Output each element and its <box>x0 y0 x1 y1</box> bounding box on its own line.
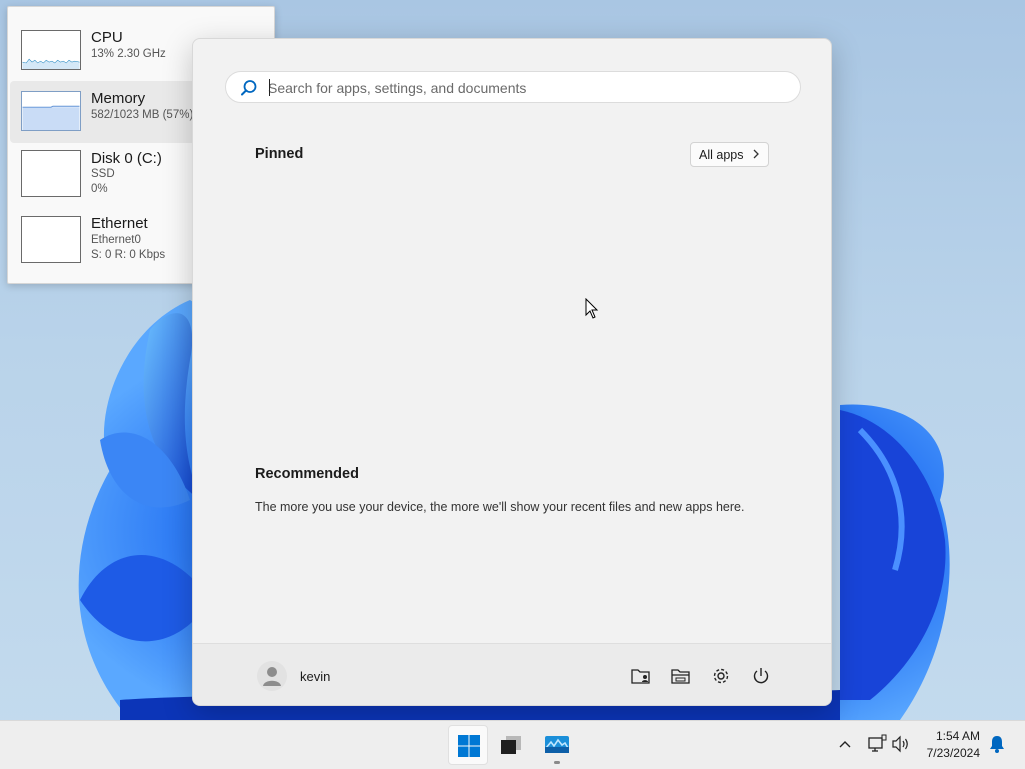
all-apps-button[interactable]: All apps <box>690 142 769 167</box>
recommended-empty-message: The more you use your device, the more w… <box>255 500 745 514</box>
perf-detail: Ethernet0 <box>91 234 141 246</box>
text-caret <box>269 79 270 96</box>
documents-folder-icon[interactable] <box>629 664 653 688</box>
perf-title: CPU <box>91 29 123 46</box>
bell-icon[interactable] <box>988 734 1006 754</box>
taskbar: 1:54 AM 7/23/2024 <box>0 720 1025 769</box>
perf-detail: SSD <box>91 168 115 180</box>
perf-detail: 0% <box>91 183 108 195</box>
network-icon[interactable] <box>867 734 887 754</box>
gear-icon[interactable] <box>709 664 733 688</box>
user-name[interactable]: kevin <box>300 669 330 684</box>
perf-detail: 13% 2.30 GHz <box>91 48 166 60</box>
user-avatar[interactable] <box>257 661 287 691</box>
start-button[interactable] <box>448 725 488 765</box>
windows-logo-icon <box>458 735 480 757</box>
search-input[interactable] <box>268 78 788 98</box>
chevron-up-icon[interactable] <box>838 737 852 751</box>
clock-time[interactable]: 1:54 AM <box>920 729 980 743</box>
file-explorer-icon[interactable] <box>669 664 693 688</box>
perf-detail: S: 0 R: 0 Kbps <box>91 249 166 261</box>
all-apps-label: All apps <box>699 148 744 162</box>
pinned-heading: Pinned <box>255 146 304 162</box>
ethernet-graph <box>21 216 81 263</box>
running-app-indicator <box>554 761 560 764</box>
recommended-heading: Recommended <box>255 466 359 482</box>
power-icon[interactable] <box>749 664 773 688</box>
start-menu: Pinned All apps Recommended The more you… <box>192 38 832 706</box>
taskbar-task-manager-button[interactable] <box>536 725 576 765</box>
clock-date[interactable]: 7/23/2024 <box>910 746 980 760</box>
memory-graph <box>21 91 81 131</box>
mouse-cursor-icon <box>585 298 599 319</box>
chevron-right-icon <box>753 149 759 159</box>
perf-title: Memory <box>91 90 146 107</box>
perf-detail: 582/1023 MB (57%) <box>91 109 194 121</box>
disk-graph <box>21 150 81 197</box>
taskbar-terminal-button[interactable] <box>491 725 531 765</box>
perf-title: Disk 0 (C:) <box>91 150 162 167</box>
search-icon <box>241 80 257 96</box>
volume-icon[interactable] <box>891 734 911 754</box>
start-menu-footer: kevin <box>193 643 831 705</box>
cpu-graph <box>21 30 81 70</box>
terminal-icon <box>501 736 521 754</box>
perf-title: Ethernet <box>91 215 148 232</box>
user-avatar-icon <box>263 667 281 686</box>
search-box[interactable] <box>225 71 801 103</box>
task-manager-icon <box>545 736 569 753</box>
